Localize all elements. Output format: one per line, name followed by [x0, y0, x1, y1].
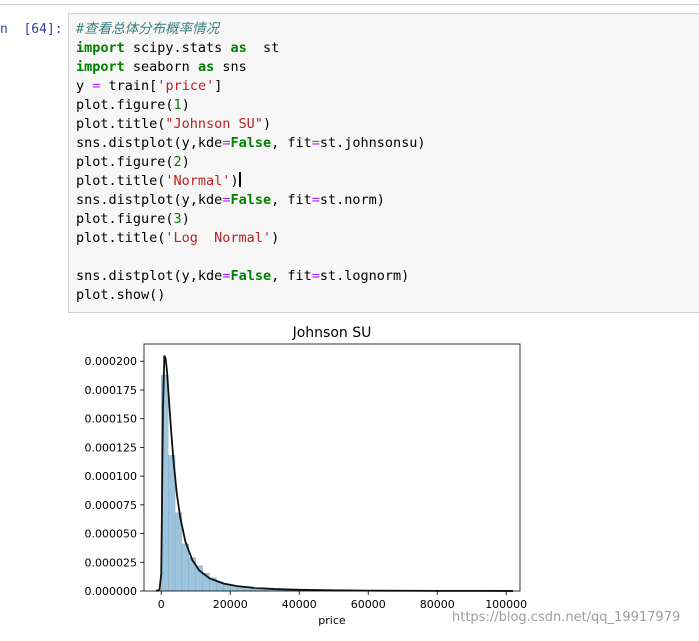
code-token: st.norm) — [320, 192, 385, 208]
code-token: plot.title( — [76, 173, 165, 189]
code-token: ) — [263, 116, 271, 132]
code-token: seaborn — [125, 59, 198, 75]
code-token: "Johnson SU" — [165, 116, 263, 132]
code-token: plot.figure( — [76, 97, 174, 113]
y-tick-label: 0.000150 — [85, 413, 138, 426]
code-editor[interactable]: #查看总体分布概率情况import scipy.stats as stimpor… — [76, 20, 426, 305]
code-token: y — [76, 78, 92, 94]
code-token: plot.title( — [76, 230, 165, 246]
code-token: 3 — [174, 211, 182, 227]
code-token: ) — [230, 173, 238, 189]
code-token: 2 — [174, 154, 182, 170]
chart-title: Johnson SU — [292, 325, 372, 341]
code-token: sns.distplot(y,kde — [76, 192, 222, 208]
code-token: 1 — [174, 97, 182, 113]
y-tick-label: 0.000025 — [85, 556, 138, 569]
code-token: , fit — [271, 192, 312, 208]
code-line: plot.title('Log Normal') — [76, 229, 426, 248]
fit-curve — [156, 355, 513, 591]
code-token: plot.title( — [76, 116, 165, 132]
code-line: sns.distplot(y,kde=False, fit=st.lognorm… — [76, 267, 426, 286]
code-token: scipy.stats — [125, 40, 231, 56]
code-token: ) — [271, 230, 279, 246]
code-token: ) — [182, 211, 190, 227]
text-cursor — [239, 172, 241, 187]
y-tick-label: 0.000125 — [85, 441, 138, 454]
code-token: train[ — [100, 78, 157, 94]
code-token: ) — [182, 154, 190, 170]
x-tick-label: 60000 — [351, 598, 386, 611]
plot-frame — [144, 344, 520, 591]
code-token: = — [312, 268, 320, 284]
code-token: False — [230, 135, 271, 151]
code-token: plot.show() — [76, 287, 165, 303]
code-line: plot.title("Johnson SU") — [76, 115, 426, 134]
code-token: 'Log Normal' — [165, 230, 271, 246]
code-line: sns.distplot(y,kde=False, fit=st.johnson… — [76, 134, 426, 153]
code-line: import seaborn as sns — [76, 58, 426, 77]
code-line: plot.show() — [76, 286, 426, 305]
top-divider — [0, 4, 699, 5]
code-token: = — [312, 192, 320, 208]
code-token: st — [247, 40, 280, 56]
code-line: plot.figure(2) — [76, 153, 426, 172]
code-line: plot.title('Normal') — [76, 172, 426, 191]
code-line: y = train['price'] — [76, 77, 426, 96]
code-line: #查看总体分布概率情况 — [76, 20, 426, 39]
code-token: sns.distplot(y,kde — [76, 135, 222, 151]
histogram-bar — [168, 455, 175, 591]
code-token: import — [76, 40, 125, 56]
y-tick-label: 0.000175 — [85, 384, 138, 397]
code-line: sns.distplot(y,kde=False, fit=st.norm) — [76, 191, 426, 210]
code-token: plot.figure( — [76, 154, 174, 170]
x-tick-label: 80000 — [420, 598, 455, 611]
y-tick-label: 0.000200 — [85, 355, 138, 368]
code-token: , fit — [271, 268, 312, 284]
x-tick-label: 40000 — [282, 598, 317, 611]
code-token: sns — [214, 59, 247, 75]
johnson-su-chart: Johnson SU0200004000060000800001000000.0… — [68, 318, 699, 637]
code-token: st.lognorm) — [320, 268, 409, 284]
cell-output: Johnson SU0200004000060000800001000000.0… — [68, 318, 699, 637]
code-token: 'price' — [157, 78, 214, 94]
code-line: import scipy.stats as st — [76, 39, 426, 58]
code-token: as — [198, 59, 214, 75]
code-token: ) — [182, 97, 190, 113]
code-line: plot.figure(3) — [76, 210, 426, 229]
code-cell-input[interactable]: #查看总体分布概率情况import scipy.stats as stimpor… — [68, 13, 699, 313]
x-tick-label: 0 — [158, 598, 165, 611]
y-tick-label: 0.000050 — [85, 528, 138, 541]
code-token: False — [230, 192, 271, 208]
code-token: as — [230, 40, 246, 56]
code-line — [76, 248, 426, 267]
y-tick-label: 0.000000 — [85, 585, 138, 598]
code-token: #查看总体分布概率情况 — [76, 21, 219, 37]
code-line: plot.figure(1) — [76, 96, 426, 115]
y-tick-label: 0.000100 — [85, 470, 138, 483]
code-token: ] — [214, 78, 222, 94]
watermark: https://blog.csdn.net/qq_19917979 — [452, 610, 680, 625]
x-axis-label: price — [318, 614, 346, 627]
y-tick-label: 0.000075 — [85, 499, 138, 512]
code-token: = — [312, 135, 320, 151]
code-token: , fit — [271, 135, 312, 151]
code-token: import — [76, 59, 125, 75]
histogram-bar — [182, 544, 189, 591]
cell-prompt: n [64]: — [0, 22, 63, 37]
code-token: plot.figure( — [76, 211, 174, 227]
code-token: False — [230, 268, 271, 284]
code-token: sns.distplot(y,kde — [76, 268, 222, 284]
x-tick-label: 20000 — [213, 598, 248, 611]
code-token: 'Normal' — [165, 173, 230, 189]
code-token: st.johnsonsu) — [320, 135, 426, 151]
